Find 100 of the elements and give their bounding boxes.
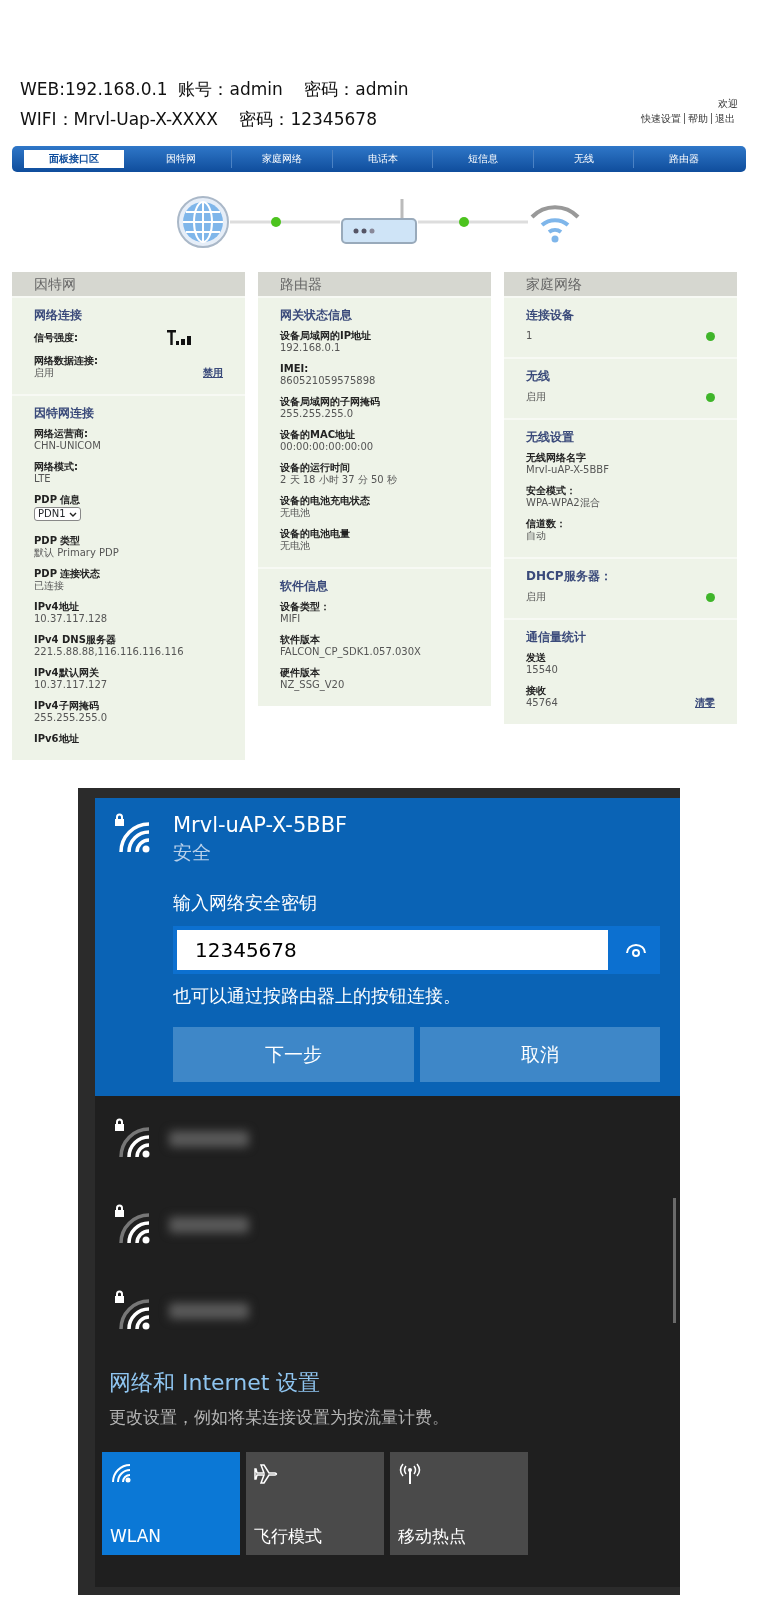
key-prompt: 输入网络安全密钥 [173, 890, 318, 915]
field-label: IPv4地址 [34, 601, 80, 613]
field-value: 255.255.255.0 [280, 408, 354, 420]
password-field[interactable]: 12345678 [177, 929, 608, 970]
field-value: 10.37.117.127 [34, 679, 108, 691]
field-label: 发送 [526, 652, 547, 664]
hint-text: 也可以通过按路由器上的按钮连接。 [173, 983, 462, 1008]
field-value: WPA-WPA2混合 [526, 497, 600, 509]
field-value: 启用 [526, 391, 546, 403]
field-label: IPv4默认网关 [34, 667, 100, 679]
quick-action-tile[interactable]: 飞行模式 [246, 1452, 384, 1555]
caret-icon [68, 511, 77, 517]
dialog-button[interactable]: 取消 [419, 1026, 660, 1082]
field-value: 860521059575898 [280, 375, 376, 387]
field-value: 已连接 [34, 580, 64, 592]
field-value: 自动 [526, 530, 546, 542]
field-value: 1 [526, 330, 533, 342]
field-label: 设备的运行时间 [280, 462, 351, 474]
field-value: 10.37.117.128 [34, 613, 108, 625]
globe-icon [176, 195, 230, 249]
field-label: 网络运营商: [34, 428, 89, 440]
section-heading: 网关状态信息 [280, 307, 353, 324]
field-value: CHN-UNICOM [34, 440, 101, 452]
field-value: 无电池 [280, 507, 310, 519]
quick-action-tile[interactable]: 移动热点 [390, 1452, 528, 1555]
field-label: IMEI: [280, 363, 310, 375]
field-label: IPv6地址 [34, 733, 80, 745]
field-value: FALCON_CP_SDK1.057.030X [280, 646, 421, 658]
section-heading: 连接设备 [526, 307, 575, 324]
panel-title: 因特网 [12, 272, 245, 296]
field-label: 设备的电池充电状态 [280, 495, 371, 507]
panel-title: 家庭网络 [504, 272, 737, 296]
network-name: Mrvl-uAP-X-5BBF [173, 812, 348, 838]
field-label: 设备局域网的IP地址 [280, 330, 373, 342]
field-value: MIFI [280, 613, 301, 625]
select-field[interactable]: PDN1 [34, 507, 81, 521]
header-text: WEB:192.168.0.1 账号：admin 密码：admin [20, 78, 409, 101]
field-label: 接收 [526, 685, 547, 697]
field-label: 网络模式: [34, 461, 79, 473]
field-value: Mrvl-uAP-X-5BBF [526, 464, 609, 476]
field-value: 默认 Primary PDP [34, 547, 119, 559]
section-heading: 软件信息 [280, 578, 329, 595]
network-status: 安全 [173, 840, 212, 865]
header-link[interactable]: 帮助 [684, 113, 711, 124]
quick-action-tile[interactable]: WLAN [102, 1452, 240, 1555]
settings-link[interactable]: 网络和 Internet 设置 [109, 1365, 321, 1399]
action-link[interactable]: 禁用 [203, 367, 223, 379]
section-heading: 通信量统计 [526, 629, 587, 646]
field-label: 无线网络名字 [526, 452, 587, 464]
header-link[interactable]: 快速设置 [638, 113, 684, 124]
field-value: 启用 [34, 367, 54, 379]
eye-icon [625, 942, 647, 957]
section-heading: 网络连接 [34, 307, 83, 324]
nav-tab[interactable]: 因特网 [131, 150, 233, 168]
panel-title: 路由器 [258, 272, 491, 296]
field-label: PDP 信息 [34, 494, 82, 506]
field-value: 221.5.88.88,116.116.116.116 [34, 646, 184, 658]
field-label: PDP 连接状态 [34, 568, 102, 580]
section-heading: DHCP服务器： [526, 568, 613, 585]
field-label: 硬件版本 [280, 667, 321, 679]
field-value: NZ_SSG_V20 [280, 679, 345, 691]
field-value: 45764 [526, 697, 558, 709]
field-label: 信道数： [526, 518, 567, 530]
field-value: 192.168.0.1 [280, 342, 341, 354]
signal-icon [167, 330, 193, 346]
router-icon [340, 197, 418, 247]
field-value: 启用 [526, 591, 546, 603]
nav-tab[interactable]: 短信息 [433, 150, 534, 168]
section-heading: 无线 [526, 368, 551, 385]
section-heading: 无线设置 [526, 429, 575, 446]
nav-tab[interactable]: 面板接口区 [24, 150, 124, 168]
field-value: LTE [34, 473, 51, 485]
airplane-icon [254, 1462, 278, 1486]
field-value: 255.255.255.0 [34, 712, 108, 724]
field-label: 设备局域网的子网掩码 [280, 396, 381, 408]
action-link[interactable]: 清零 [695, 697, 715, 709]
field-value: 无电池 [280, 540, 310, 552]
nav-tab[interactable]: 家庭网络 [232, 150, 333, 168]
welcome-text: 欢迎 [717, 97, 738, 111]
header-text: WIFI：Mrvl-Uap-X-XXXX 密码：12345678 [20, 108, 378, 131]
field-label: 设备的MAC地址 [280, 429, 357, 441]
field-value: 00:00:00:00:00:00 [280, 441, 374, 453]
field-value: 15540 [526, 664, 558, 676]
field-label: PDP 类型 [34, 535, 82, 547]
dialog-button[interactable]: 下一步 [173, 1026, 414, 1082]
field-label: 安全模式： [526, 485, 577, 497]
field-label: 网络数据连接: [34, 355, 99, 367]
field-label: 信号强度: [34, 332, 78, 344]
nav-tab[interactable]: 无线 [533, 150, 635, 168]
nav-tab[interactable]: 电话本 [332, 150, 434, 168]
field-value: 2 天 18 小时 37 分 50 秒 [280, 474, 397, 486]
field-label: IPv4 DNS服务器 [34, 634, 117, 646]
settings-description: 更改设置，例如将某连接设置为按流量计费。 [109, 1405, 450, 1429]
section-heading: 因特网连接 [34, 405, 95, 422]
nav-tab[interactable]: 路由器 [634, 150, 735, 168]
field-label: 设备的电池电量 [280, 528, 351, 540]
field-label: 软件版本 [280, 634, 321, 646]
header-link[interactable]: 退出 [711, 113, 738, 124]
field-label: IPv4子网掩码 [34, 700, 100, 712]
field-label: 设备类型： [280, 601, 331, 613]
